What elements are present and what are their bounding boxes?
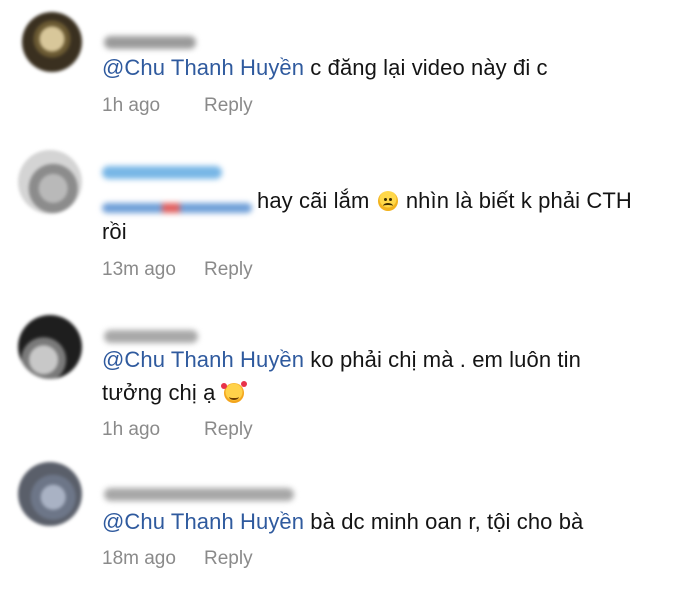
comment-text: @Chu Thanh Huyền ko phải chị mà . em luô…	[102, 347, 581, 372]
timestamp: 13m ago	[102, 259, 176, 280]
comment-meta: 1h ago Reply	[102, 419, 253, 441]
smiling-face-with-hearts-emoji-icon	[220, 381, 247, 403]
comment-text: @Chu Thanh Huyền c đăng lại video này đi…	[102, 55, 548, 80]
mention-link[interactable]: @Chu Thanh Huyền	[102, 55, 304, 80]
mention-link[interactable]: @Chu Thanh Huyền	[102, 509, 304, 534]
comment-meta: 1h ago Reply	[102, 95, 253, 117]
reply-button[interactable]: Reply	[204, 419, 253, 441]
comment-meta: 13m ago Reply	[102, 259, 253, 281]
comment-text: @Chu Thanh Huyền bà dc minh oan r, tội c…	[102, 509, 584, 534]
upside-down-face-emoji-icon	[377, 191, 398, 211]
timestamp: 1h ago	[102, 419, 161, 440]
username-blurred[interactable]	[102, 166, 222, 179]
comment-feed: @Chu Thanh Huyền c đăng lại video này đi…	[0, 0, 674, 592]
reply-button[interactable]: Reply	[204, 548, 253, 570]
avatar[interactable]	[18, 462, 82, 526]
username-blurred[interactable]	[104, 36, 196, 49]
reply-button[interactable]: Reply	[204, 95, 253, 117]
comment-text-continued: rồi	[102, 219, 127, 244]
username-blurred[interactable]	[104, 488, 294, 501]
reply-button[interactable]: Reply	[204, 259, 253, 281]
timestamp: 18m ago	[102, 548, 176, 569]
timestamp: 1h ago	[102, 95, 161, 116]
blurred-text	[102, 203, 252, 213]
mention-link[interactable]: @Chu Thanh Huyền	[102, 347, 304, 372]
avatar[interactable]	[18, 315, 82, 379]
comment-meta: 18m ago Reply	[102, 548, 253, 570]
comment-text: hay cãi lắm nhìn là biết k phải CTH	[257, 188, 632, 213]
avatar[interactable]	[18, 150, 82, 214]
avatar[interactable]	[22, 12, 82, 72]
username-blurred[interactable]	[104, 330, 198, 343]
comment-text-continued: tưởng chị ạ	[102, 377, 247, 408]
